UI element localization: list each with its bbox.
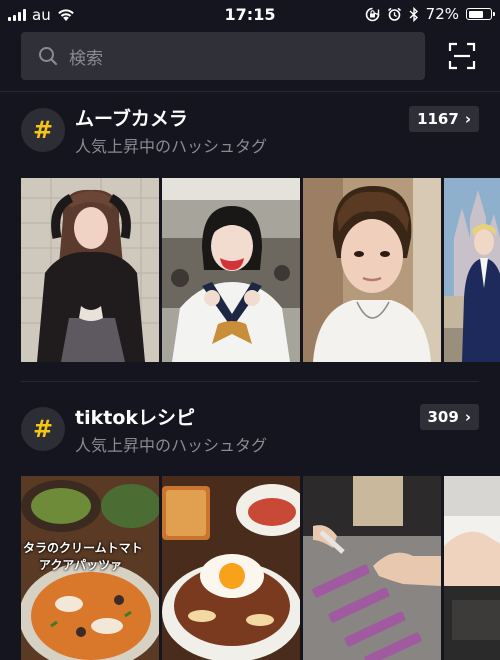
video-thumbnail[interactable] [303,178,441,362]
bluetooth-icon [409,6,418,22]
scan-icon[interactable] [448,42,476,70]
chevron-right-icon: › [464,110,471,128]
hashtag-title[interactable]: tiktokレシピ [75,403,195,430]
chevron-right-icon: › [464,408,471,426]
thumbnail-row [21,178,500,362]
video-thumbnail[interactable] [162,178,300,362]
search-bar[interactable]: 検索 [21,32,425,80]
hashtag-title[interactable]: ムーブカメラ [75,104,188,131]
video-count: 309 [427,408,459,426]
video-thumbnail[interactable] [444,178,500,362]
hashtag-icon: # [21,407,65,451]
thumbnail-row: タラのクリームトマト アクアパッツァ [21,476,500,660]
orientation-lock-icon [365,7,379,21]
video-thumbnail[interactable] [444,476,500,660]
alarm-icon [387,7,401,21]
video-thumbnail[interactable] [162,476,300,660]
video-thumbnail[interactable] [303,476,441,660]
search-icon [39,47,58,66]
battery-fill [468,10,483,18]
video-count-button[interactable]: 309 › [419,404,479,430]
status-bar: au 17:15 72% [0,0,500,30]
video-caption-line: タラのクリームトマト [23,541,143,555]
hashtag-subtitle: 人気上昇中のハッシュタグ [75,137,268,156]
video-count-button[interactable]: 1167 › [409,106,479,132]
hashtag-icon: # [21,108,65,152]
video-caption-line: アクアパッツァ [39,558,123,572]
search-placeholder: 検索 [69,49,103,69]
section-divider [21,381,479,382]
battery-icon [466,8,495,20]
hashtag-subtitle: 人気上昇中のハッシュタグ [75,436,268,455]
video-count: 1167 [417,110,459,128]
status-right: 72% [365,5,495,23]
video-thumbnail[interactable] [21,178,159,362]
header-divider [0,91,500,92]
battery-percent: 72% [425,5,459,23]
video-thumbnail[interactable]: タラのクリームトマト アクアパッツァ [21,476,159,660]
